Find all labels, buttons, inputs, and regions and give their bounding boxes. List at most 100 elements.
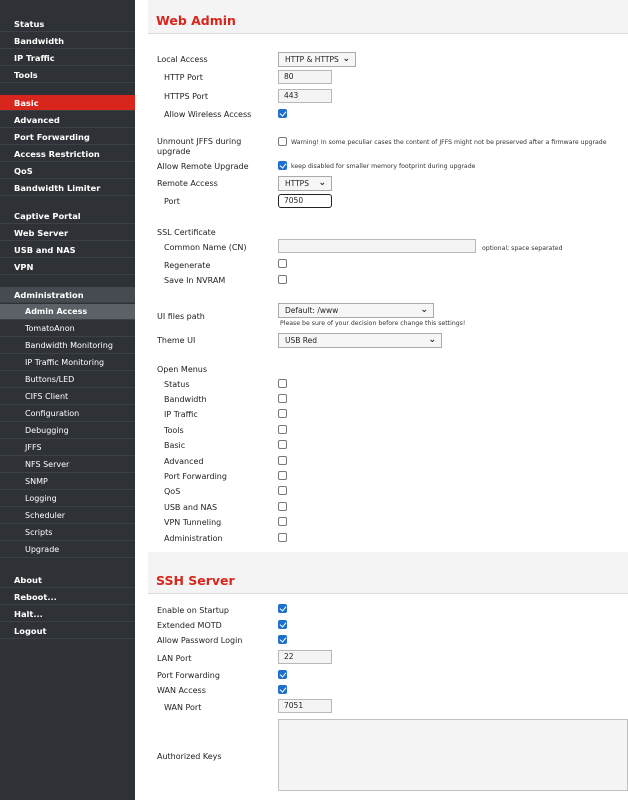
open-menu-usb-nas-label: USB and NAS	[164, 503, 218, 512]
open-menu-status-label: Status	[164, 380, 190, 389]
open-menu-status-checkbox[interactable]	[278, 379, 287, 388]
lan-port-input[interactable]: 22	[278, 650, 332, 664]
sidebar-nav: Status Bandwidth IP Traffic Tools Basic …	[0, 0, 135, 800]
wan-access-checkbox[interactable]	[278, 685, 287, 694]
common-name-label: Common Name (CN)	[164, 243, 247, 252]
open-menu-basic-checkbox[interactable]	[278, 440, 287, 449]
remote-access-label: Remote Access	[157, 179, 218, 188]
sidebar-subitem-bandwidth-monitoring[interactable]: Bandwidth Monitoring	[0, 338, 135, 354]
open-menu-usb-nas-checkbox[interactable]	[278, 502, 287, 511]
allow-password-login-checkbox[interactable]	[278, 635, 287, 644]
allow-wireless-label: Allow Wireless Access	[164, 110, 252, 119]
extended-motd-checkbox[interactable]	[278, 620, 287, 629]
sidebar-item-usb-nas[interactable]: USB and NAS	[0, 242, 135, 258]
lan-port-label: LAN Port	[157, 654, 192, 663]
open-menu-port-forwarding-checkbox[interactable]	[278, 471, 287, 480]
remote-access-select[interactable]: HTTPS ⌄	[278, 176, 332, 191]
sidebar-item-access-restriction[interactable]: Access Restriction	[0, 146, 135, 162]
authorized-keys-label: Authorized Keys	[157, 752, 222, 761]
ui-files-path-select[interactable]: Default: /www ⌄	[278, 303, 434, 318]
regenerate-checkbox[interactable]	[278, 259, 287, 268]
sidebar-item-web-server[interactable]: Web Server	[0, 225, 135, 241]
sidebar-subitem-scheduler[interactable]: Scheduler	[0, 508, 135, 524]
sidebar-subitem-upgrade[interactable]: Upgrade	[0, 542, 135, 558]
local-access-label: Local Access	[157, 55, 208, 64]
common-name-note: optional; space separated	[482, 245, 563, 252]
sidebar-subitem-jffs[interactable]: JFFS	[0, 440, 135, 456]
open-menu-port-forwarding-label: Port Forwarding	[164, 472, 227, 481]
sidebar-subitem-debugging[interactable]: Debugging	[0, 423, 135, 439]
open-menu-administration-checkbox[interactable]	[278, 533, 287, 542]
extended-motd-label: Extended MOTD	[157, 621, 222, 630]
sidebar-subitem-configuration[interactable]: Configuration	[0, 406, 135, 422]
https-port-input[interactable]: 443	[278, 89, 332, 103]
open-menu-bandwidth-label: Bandwidth	[164, 395, 207, 404]
sidebar-item-vpn[interactable]: VPN	[0, 259, 135, 275]
sidebar-item-logout[interactable]: Logout	[0, 623, 135, 639]
open-menu-ip-traffic-label: IP Traffic	[164, 410, 198, 419]
sidebar-item-ip-traffic[interactable]: IP Traffic	[0, 50, 135, 66]
remote-port-input[interactable]: 7050	[278, 194, 332, 208]
sidebar-item-bandwidth[interactable]: Bandwidth	[0, 33, 135, 49]
sidebar-item-qos[interactable]: QoS	[0, 163, 135, 179]
theme-ui-select[interactable]: USB Red ⌄	[278, 333, 442, 348]
web-admin-title: Web Admin	[156, 13, 236, 28]
open-menu-tools-checkbox[interactable]	[278, 425, 287, 434]
sidebar-item-tools[interactable]: Tools	[0, 67, 135, 83]
regenerate-label: Regenerate	[164, 261, 211, 270]
sidebar-subitem-cifs-client[interactable]: CIFS Client	[0, 389, 135, 405]
open-menu-vpn-tunneling-label: VPN Tunneling	[164, 518, 222, 527]
sidebar-item-administration[interactable]: Administration	[0, 287, 135, 303]
ssh-server-header: SSH Server	[148, 560, 628, 594]
open-menu-advanced-checkbox[interactable]	[278, 456, 287, 465]
enable-on-startup-label: Enable on Startup	[157, 606, 229, 615]
http-port-input[interactable]: 80	[278, 70, 332, 84]
sidebar-subitem-nfs-server[interactable]: NFS Server	[0, 457, 135, 473]
chevron-down-icon: ⌄	[342, 54, 350, 64]
allow-remote-upgrade-checkbox[interactable]	[278, 161, 287, 170]
sidebar-item-basic[interactable]: Basic	[0, 95, 135, 111]
ui-files-path-value: Default: /www	[285, 306, 339, 315]
allow-password-login-label: Allow Password Login	[157, 636, 243, 645]
sidebar-item-about[interactable]: About	[0, 572, 135, 588]
enable-on-startup-checkbox[interactable]	[278, 604, 287, 613]
sidebar-item-halt[interactable]: Halt...	[0, 606, 135, 622]
sidebar-subitem-admin-access[interactable]: Admin Access	[0, 304, 135, 320]
open-menu-ip-traffic-checkbox[interactable]	[278, 409, 287, 418]
remote-access-value: HTTPS	[285, 179, 309, 188]
authorized-keys-textarea[interactable]	[278, 719, 628, 791]
sidebar-subitem-buttons-led[interactable]: Buttons/LED	[0, 372, 135, 388]
local-access-value: HTTP & HTTPS	[285, 55, 339, 64]
theme-ui-label: Theme UI	[157, 336, 196, 345]
sidebar-subitem-logging[interactable]: Logging	[0, 491, 135, 507]
local-access-select[interactable]: HTTP & HTTPS ⌄	[278, 52, 356, 67]
sidebar-item-reboot[interactable]: Reboot...	[0, 589, 135, 605]
common-name-input[interactable]	[278, 239, 476, 253]
sidebar-subitem-scripts[interactable]: Scripts	[0, 525, 135, 541]
sidebar-item-port-forwarding[interactable]: Port Forwarding	[0, 129, 135, 145]
open-menu-vpn-tunneling-checkbox[interactable]	[278, 517, 287, 526]
sidebar-subitem-tomatoanon[interactable]: TomatoAnon	[0, 321, 135, 337]
sidebar-item-captive-portal[interactable]: Captive Portal	[0, 208, 135, 224]
sidebar-subitem-ip-traffic-monitoring[interactable]: IP Traffic Monitoring	[0, 355, 135, 371]
open-menu-administration-label: Administration	[164, 534, 223, 543]
port-label: Port	[164, 197, 180, 206]
sidebar-subitem-snmp[interactable]: SNMP	[0, 474, 135, 490]
sidebar-item-advanced[interactable]: Advanced	[0, 112, 135, 128]
allow-wireless-checkbox[interactable]	[278, 109, 287, 118]
port-forwarding-checkbox[interactable]	[278, 670, 287, 679]
save-nvram-checkbox[interactable]	[278, 275, 287, 284]
wan-port-label: WAN Port	[164, 703, 202, 712]
open-menu-bandwidth-checkbox[interactable]	[278, 394, 287, 403]
wan-port-input[interactable]: 7051	[278, 699, 332, 713]
unmount-jffs-checkbox[interactable]	[278, 137, 287, 146]
sidebar-item-bandwidth-limiter[interactable]: Bandwidth Limiter	[0, 180, 135, 196]
sidebar-item-status[interactable]: Status	[0, 16, 135, 32]
ssh-server-title: SSH Server	[156, 573, 235, 588]
open-menus-label: Open Menus	[157, 365, 208, 374]
chevron-down-icon: ⌄	[428, 335, 436, 345]
http-port-label: HTTP Port	[164, 73, 203, 82]
open-menu-qos-label: QoS	[164, 487, 181, 496]
open-menu-qos-checkbox[interactable]	[278, 486, 287, 495]
main-content: Web Admin Local Access HTTP & HTTPS ⌄ HT…	[148, 0, 628, 800]
